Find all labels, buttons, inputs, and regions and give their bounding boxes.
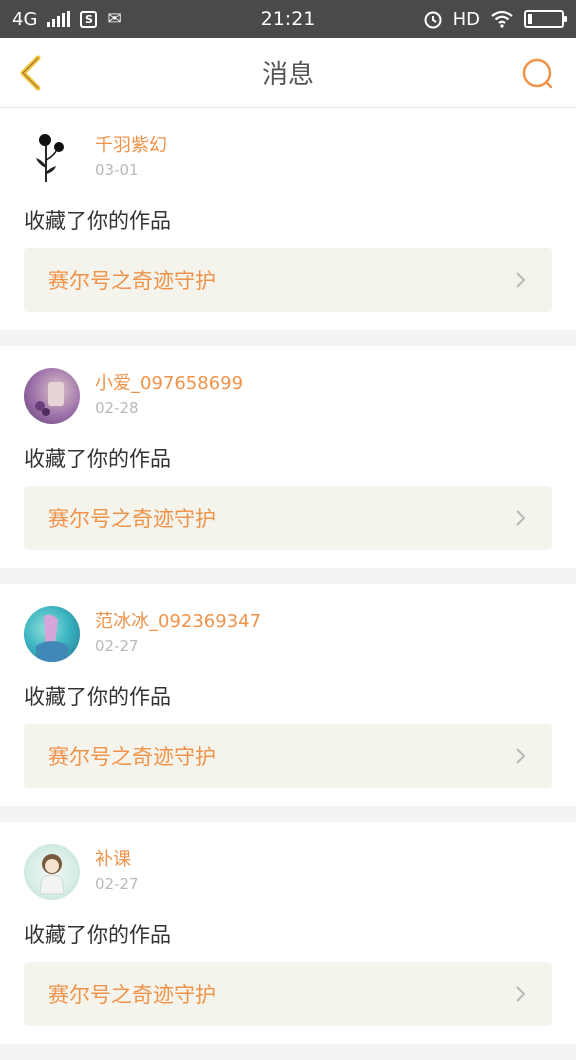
back-arrow-icon[interactable]	[12, 52, 52, 94]
work-link[interactable]: 赛尔号之奇迹守护	[24, 724, 552, 788]
rose-avatar-image	[36, 134, 64, 182]
page-title: 消息	[261, 60, 314, 90]
work-title: 赛尔号之奇迹守护	[48, 507, 216, 531]
anime-avatar-image	[39, 854, 65, 895]
app-notification-icon: S	[80, 10, 98, 28]
message-card: 小爱_097658699 02-28 收藏了你的作品 赛尔号之奇迹守护	[0, 346, 576, 568]
work-title: 赛尔号之奇迹守护	[48, 269, 216, 293]
message-list: 千羽紫幻 03-01 收藏了你的作品 赛尔号之奇迹守护 小爱_097658699	[0, 108, 576, 1060]
avatar[interactable]	[24, 368, 80, 424]
message-date: 02-27	[95, 637, 139, 655]
status-left: 4G S ✉	[12, 9, 122, 30]
user-row: 小爱_097658699 02-28	[24, 364, 552, 428]
user-name[interactable]: 补课	[95, 848, 139, 872]
user-meta: 范冰冰_092369347 02-27	[95, 610, 261, 658]
alarm-icon	[424, 11, 442, 29]
work-link[interactable]: 赛尔号之奇迹守护	[24, 486, 552, 550]
avatar[interactable]	[24, 844, 80, 900]
work-link[interactable]: 赛尔号之奇迹守护	[24, 962, 552, 1026]
avatar[interactable]	[24, 130, 80, 186]
user-row: 补课 02-27	[24, 840, 552, 904]
status-right: HD	[423, 8, 567, 30]
network-label: 4G	[12, 8, 38, 30]
work-title: 赛尔号之奇迹守护	[48, 983, 216, 1007]
chevron-right-icon	[516, 272, 526, 288]
user-row: 范冰冰_092369347 02-27	[24, 602, 552, 666]
drink-avatar-image	[35, 382, 64, 416]
signal-icon	[47, 11, 71, 27]
user-name[interactable]: 小爱_097658699	[95, 372, 243, 396]
user-row: 千羽紫幻 03-01	[24, 126, 552, 190]
chevron-right-icon	[516, 510, 526, 526]
user-name[interactable]: 千羽紫幻	[95, 134, 167, 158]
hd-label: HD	[452, 8, 480, 30]
action-text: 收藏了你的作品	[24, 923, 171, 947]
chevron-right-icon	[516, 748, 526, 764]
user-meta: 小爱_097658699 02-28	[95, 372, 243, 420]
search-icon[interactable]	[520, 56, 556, 92]
message-card: 补课 02-27 收藏了你的作品 赛尔号之奇迹守护	[0, 822, 576, 1044]
user-meta: 千羽紫幻 03-01	[95, 134, 167, 182]
user-name[interactable]: 范冰冰_092369347	[95, 610, 261, 634]
work-title: 赛尔号之奇迹守护	[48, 745, 216, 769]
action-text: 收藏了你的作品	[24, 209, 171, 233]
work-link[interactable]: 赛尔号之奇迹守护	[24, 248, 552, 312]
chevron-right-icon	[516, 986, 526, 1002]
action-text: 收藏了你的作品	[24, 447, 171, 471]
action-text: 收藏了你的作品	[24, 685, 171, 709]
message-date: 03-01	[95, 161, 139, 179]
nav-bar: 消息	[0, 38, 576, 108]
user-meta: 补课 02-27	[95, 848, 139, 896]
wifi-icon	[491, 10, 513, 28]
message-card: 范冰冰_092369347 02-27 收藏了你的作品 赛尔号之奇迹守护	[0, 584, 576, 806]
avatar[interactable]	[24, 606, 80, 662]
anime-avatar-image	[36, 614, 68, 662]
message-card: 千羽紫幻 03-01 收藏了你的作品 赛尔号之奇迹守护	[0, 108, 576, 330]
status-bar: 4G S ✉ 21:21 HD	[0, 0, 576, 38]
notification-icon: ✉	[107, 9, 122, 29]
battery-icon	[524, 10, 567, 28]
message-date: 02-27	[95, 875, 139, 893]
message-date: 02-28	[95, 399, 139, 417]
